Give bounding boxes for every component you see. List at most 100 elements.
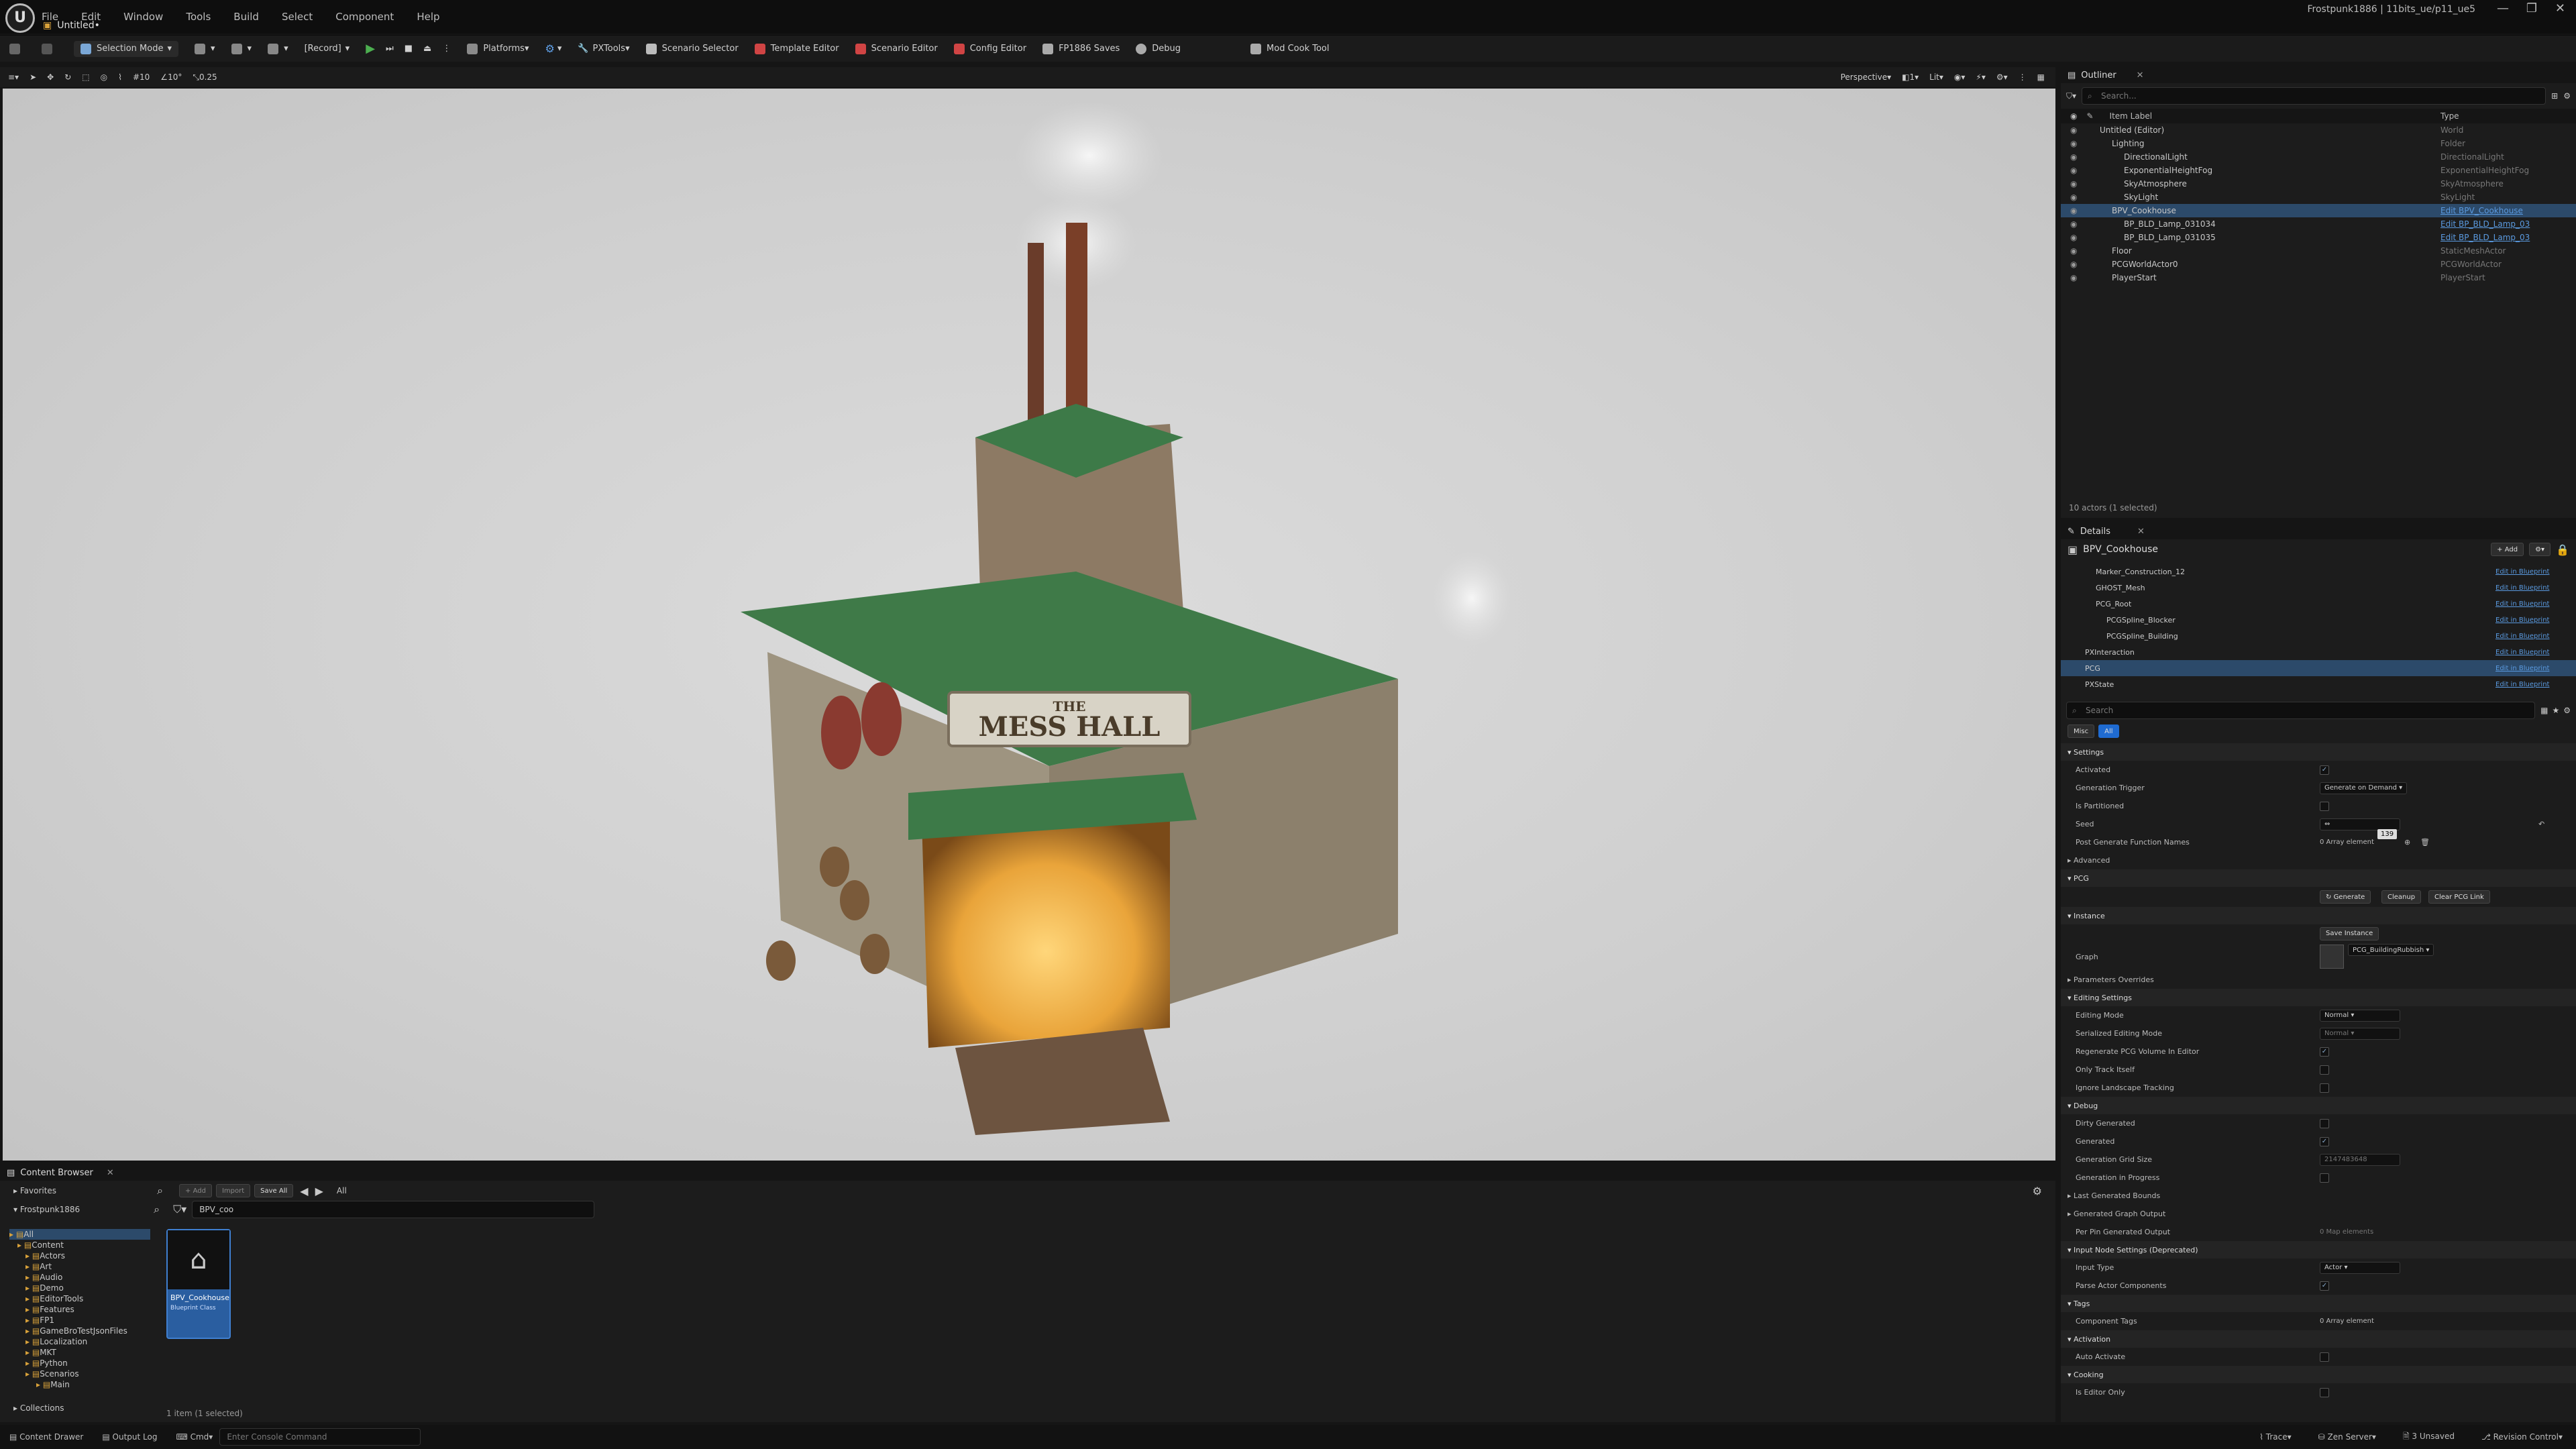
platforms-dropdown[interactable]: Platforms ▾ (467, 43, 529, 54)
close-tab-icon[interactable]: ✕ (2137, 527, 2145, 537)
content-browser-tab[interactable]: ▤ Content Browser ✕ (0, 1165, 2055, 1181)
scale-snap-dropdown[interactable]: ⤡0.25 (193, 72, 217, 83)
visibility-eye-icon[interactable]: ◉ (2070, 260, 2077, 269)
outliner-row[interactable]: ◉ ExponentialHeightFog ExponentialHeightFo… (2061, 164, 2576, 177)
visibility-eye-icon[interactable]: ◉ (2070, 246, 2077, 256)
edit-in-blueprint-link[interactable]: Edit in Blueprint (2496, 633, 2549, 640)
scenario-selector-button[interactable]: Scenario Selector (645, 43, 739, 54)
outliner-tab[interactable]: ▤ Outliner ✕ (2061, 67, 2576, 83)
revision-control-button[interactable]: ⎇ Revision Control▾ (2481, 1432, 2563, 1442)
graph-output-row[interactable]: ▸ Generated Graph Output (2061, 1205, 2576, 1223)
level-tab[interactable]: ▣ Untitled• (43, 17, 100, 34)
template-editor-button[interactable]: Template Editor (754, 43, 839, 54)
component-row[interactable]: PCGSpline_Blocker Edit in Blueprint (2061, 612, 2576, 628)
pxtools-dropdown[interactable]: 🔧 PXTools ▾ (578, 44, 629, 54)
maximize-button[interactable]: ❐ (2526, 1, 2537, 15)
outliner-row[interactable]: ◉ BP_BLD_Lamp_031035 Edit BP_BLD_Lamp_03 (2061, 231, 2576, 244)
config-editor-button[interactable]: Config Editor (953, 43, 1026, 54)
outliner-search-input[interactable]: ⌕ Search... (2082, 87, 2546, 105)
record-dropdown[interactable]: [Record] ▾ (305, 44, 350, 54)
auto-activate-checkbox[interactable] (2320, 1352, 2329, 1362)
select-tool-icon[interactable]: ➤ (30, 72, 36, 82)
outliner-row[interactable]: ◉ SkyLight SkyLight (2061, 191, 2576, 204)
minimize-button[interactable]: — (2497, 1, 2509, 15)
show-flags-icon[interactable]: ◉▾ (1954, 72, 1966, 82)
perspective-dropdown[interactable]: Perspective▾ (1841, 72, 1892, 82)
outliner-row-type[interactable]: Edit BP_BLD_Lamp_03 (2440, 219, 2530, 229)
instance-section[interactable]: ▾ Instance (2061, 907, 2576, 924)
visibility-eye-icon[interactable]: ◉ (2070, 273, 2077, 282)
folder-tree-item[interactable]: ▸ ▤ MKT (9, 1347, 150, 1358)
content-button[interactable] (42, 43, 58, 54)
type-header[interactable]: Type (2440, 111, 2459, 121)
unsaved-button[interactable]: 🗎 3 Unsaved (2403, 1430, 2455, 1444)
menu-select[interactable]: Select (282, 11, 313, 23)
visibility-eye-icon[interactable]: ◉ (2070, 206, 2077, 215)
coordinate-space-icon[interactable]: ◎ (101, 72, 107, 82)
view-mode-dropdown[interactable]: Lit▾ (1929, 72, 1943, 82)
folder-tree-item[interactable]: ▸ ▤ GameBroTestJsonFiles (9, 1326, 150, 1336)
menu-component[interactable]: Component (335, 11, 394, 23)
outliner-row[interactable]: ◉ Floor StaticMeshActor (2061, 244, 2576, 258)
rotation-snap-dropdown[interactable]: ∠10° (160, 72, 182, 82)
filter-all[interactable]: All (2098, 724, 2119, 738)
component-row[interactable]: PCG_Root Edit in Blueprint (2061, 596, 2576, 612)
settings-section[interactable]: ▾ Settings (2061, 743, 2576, 761)
visibility-eye-icon[interactable]: ◉ (2070, 179, 2077, 189)
ignore-landscape-checkbox[interactable] (2320, 1083, 2329, 1093)
details-settings-icon[interactable]: ⚙ (2563, 706, 2571, 715)
is-partitioned-checkbox[interactable] (2320, 801, 2329, 811)
blueprint-button[interactable]: ▾ (231, 43, 252, 54)
folder-tree-item[interactable]: ▸ ▤ Art (9, 1261, 150, 1272)
visibility-eye-icon[interactable]: ◉ (2070, 219, 2077, 229)
edit-in-blueprint-link[interactable]: Edit in Blueprint (2496, 584, 2549, 592)
add-button[interactable]: + Add (179, 1184, 212, 1197)
visibility-column-icon[interactable]: ◉ (2070, 111, 2077, 121)
favorites-header[interactable]: ▸ Favorites (13, 1186, 56, 1195)
outliner-row[interactable]: ◉ Lighting Folder (2061, 137, 2576, 150)
advanced-row[interactable]: ▸ Advanced (2061, 851, 2576, 869)
visibility-eye-icon[interactable]: ◉ (2070, 193, 2077, 202)
save-level-button[interactable] (9, 43, 25, 54)
folder-tree-item[interactable]: ▸ ▤ Actors (9, 1250, 150, 1261)
menu-build[interactable]: Build (233, 11, 259, 23)
visibility-eye-icon[interactable]: ◉ (2070, 139, 2077, 148)
parse-components-checkbox[interactable]: ✓ (2320, 1281, 2329, 1291)
generate-button[interactable]: ↻ Generate (2320, 890, 2371, 904)
parameters-overrides-row[interactable]: ▸ Parameters Overrides (2061, 971, 2576, 989)
reset-icon[interactable]: ↶ (2538, 820, 2544, 828)
surface-snap-icon[interactable]: ⌇ (118, 72, 122, 82)
project-root[interactable]: ▾ Frostpunk1886 (13, 1205, 80, 1214)
outliner-row-type[interactable]: Edit BP_BLD_Lamp_03 (2440, 233, 2530, 242)
stop-button[interactable]: ■ (405, 44, 413, 54)
editing-settings-section[interactable]: ▾ Editing Settings (2061, 989, 2576, 1006)
component-row[interactable]: PXInteraction Edit in Blueprint (2061, 644, 2576, 660)
viewport-more-icon[interactable]: ⋮ (2019, 72, 2027, 82)
outliner-row[interactable]: ◉ SkyAtmosphere SkyAtmosphere (2061, 177, 2576, 191)
zen-server-button[interactable]: ⛁ Zen Server▾ (2318, 1432, 2376, 1442)
favorites-icon[interactable]: ★ (2552, 706, 2559, 715)
edit-in-blueprint-link[interactable]: Edit in Blueprint (2496, 568, 2549, 576)
folder-tree-item[interactable]: ▸ ▤ Scenarios (9, 1368, 150, 1379)
input-node-section[interactable]: ▾ Input Node Settings (Deprecated) (2061, 1241, 2576, 1258)
cmd-dropdown[interactable]: ⌨ Cmd▾ (176, 1432, 213, 1442)
editing-mode-dropdown[interactable]: Normal ▾ (2320, 1009, 2400, 1022)
activated-checkbox[interactable]: ✓ (2320, 765, 2329, 775)
component-row[interactable]: Marker_Construction_12 Edit in Blueprint (2061, 564, 2576, 580)
last-bounds-row[interactable]: ▸ Last Generated Bounds (2061, 1187, 2576, 1205)
folder-tree-item[interactable]: ▸ ▤ Features (9, 1304, 150, 1315)
grid-snap-dropdown[interactable]: #10 (133, 72, 150, 82)
component-row[interactable]: PXState Edit in Blueprint (2061, 676, 2576, 692)
save-all-button[interactable]: Save All (254, 1184, 294, 1197)
item-label-header[interactable]: Item Label (2110, 111, 2153, 121)
search-icon[interactable]: ⌕ (157, 1184, 163, 1197)
folder-tree-item[interactable]: ▸ ▤ Audio (9, 1272, 150, 1283)
visibility-eye-icon[interactable]: ◉ (2070, 166, 2077, 175)
visibility-eye-icon[interactable]: ◉ (2070, 152, 2077, 162)
output-log-button[interactable]: ▤ Output Log (102, 1432, 157, 1442)
generation-trigger-dropdown[interactable]: Generate on Demand ▾ (2320, 782, 2408, 794)
outliner-settings-icon[interactable]: ⚙ (2563, 91, 2571, 101)
trash-icon[interactable]: 🗑 (2420, 838, 2430, 847)
mod-cook-tool-button[interactable]: Mod Cook Tool (1250, 43, 1330, 54)
input-type-dropdown[interactable]: Actor ▾ (2320, 1261, 2400, 1274)
